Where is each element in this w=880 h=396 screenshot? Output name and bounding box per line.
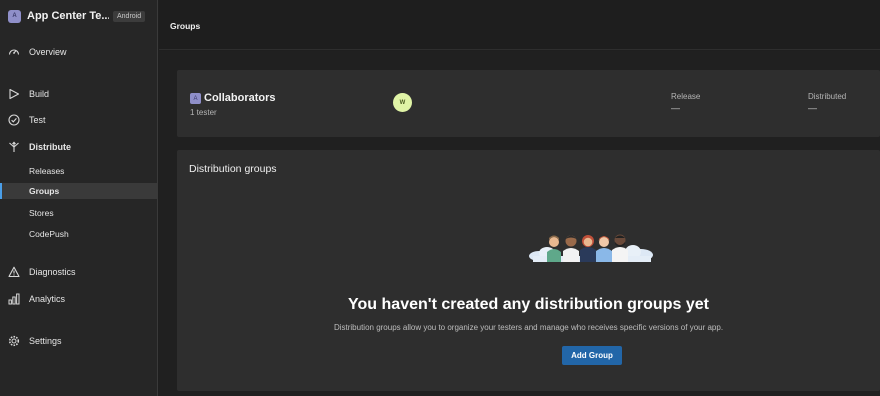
group-icon: A: [190, 93, 201, 104]
distributed-label: Distributed: [808, 92, 847, 101]
sidebar-item-codepush[interactable]: CodePush: [0, 226, 158, 242]
sidebar-item-label: Settings: [29, 336, 62, 346]
sidebar-item-label: Overview: [29, 47, 67, 57]
sidebar: A App Center Te... Android Overview Buil…: [0, 0, 158, 396]
collaborators-card[interactable]: A Collaborators 1 tester W Release — Dis…: [177, 70, 880, 137]
sidebar-item-distribute[interactable]: Distribute: [0, 138, 158, 156]
group-name[interactable]: Collaborators: [204, 92, 276, 104]
dashboard-icon: [7, 45, 21, 59]
sidebar-item-label: Test: [29, 115, 46, 125]
main-content: A Collaborators 1 tester W Release — Dis…: [159, 51, 880, 396]
sidebar-item-groups[interactable]: Groups: [0, 183, 158, 199]
active-indicator: [0, 183, 2, 199]
sidebar-item-stores[interactable]: Stores: [0, 205, 158, 221]
sidebar-item-diagnostics[interactable]: Diagnostics: [0, 263, 158, 281]
sidebar-item-label: Analytics: [29, 294, 66, 304]
distributed-value: —: [808, 103, 817, 113]
empty-state-description: Distribution groups allow you to organiz…: [333, 323, 724, 332]
sidebar-item-settings[interactable]: Settings: [0, 332, 158, 350]
empty-state-heading: You haven't created any distribution gro…: [348, 296, 709, 313]
sidebar-item-label: Groups: [29, 186, 60, 196]
play-icon: [7, 87, 21, 101]
sidebar-item-label: Distribute: [29, 142, 72, 152]
distribution-groups-card: Distribution groups You haven't created …: [177, 150, 880, 391]
top-bar: Groups: [159, 0, 880, 50]
warning-icon: [7, 265, 21, 279]
release-value: —: [671, 103, 680, 113]
page-title: Groups: [170, 21, 201, 31]
sidebar-item-build[interactable]: Build: [0, 85, 158, 103]
sidebar-item-label: Build: [29, 89, 50, 99]
sidebar-item-label: Diagnostics: [29, 267, 76, 277]
check-circle-icon: [7, 113, 21, 127]
app-header[interactable]: A App Center Te... Android: [0, 0, 158, 32]
bar-chart-icon: [7, 292, 21, 306]
member-avatar: W: [393, 93, 412, 112]
distribute-icon: [7, 140, 21, 154]
tester-count: 1 tester: [190, 108, 217, 117]
sidebar-item-releases[interactable]: Releases: [0, 163, 158, 179]
release-label: Release: [671, 92, 701, 101]
app-name[interactable]: App Center Te...: [27, 10, 109, 22]
platform-badge: Android: [113, 10, 146, 22]
people-illustration: [529, 234, 653, 262]
add-group-button[interactable]: Add Group: [562, 346, 622, 365]
sidebar-item-analytics[interactable]: Analytics: [0, 290, 158, 308]
sidebar-item-overview[interactable]: Overview: [0, 43, 158, 61]
app-avatar: A: [8, 9, 21, 23]
section-title: Distribution groups: [189, 163, 277, 175]
gear-icon: [7, 334, 21, 348]
sidebar-item-test[interactable]: Test: [0, 111, 158, 129]
